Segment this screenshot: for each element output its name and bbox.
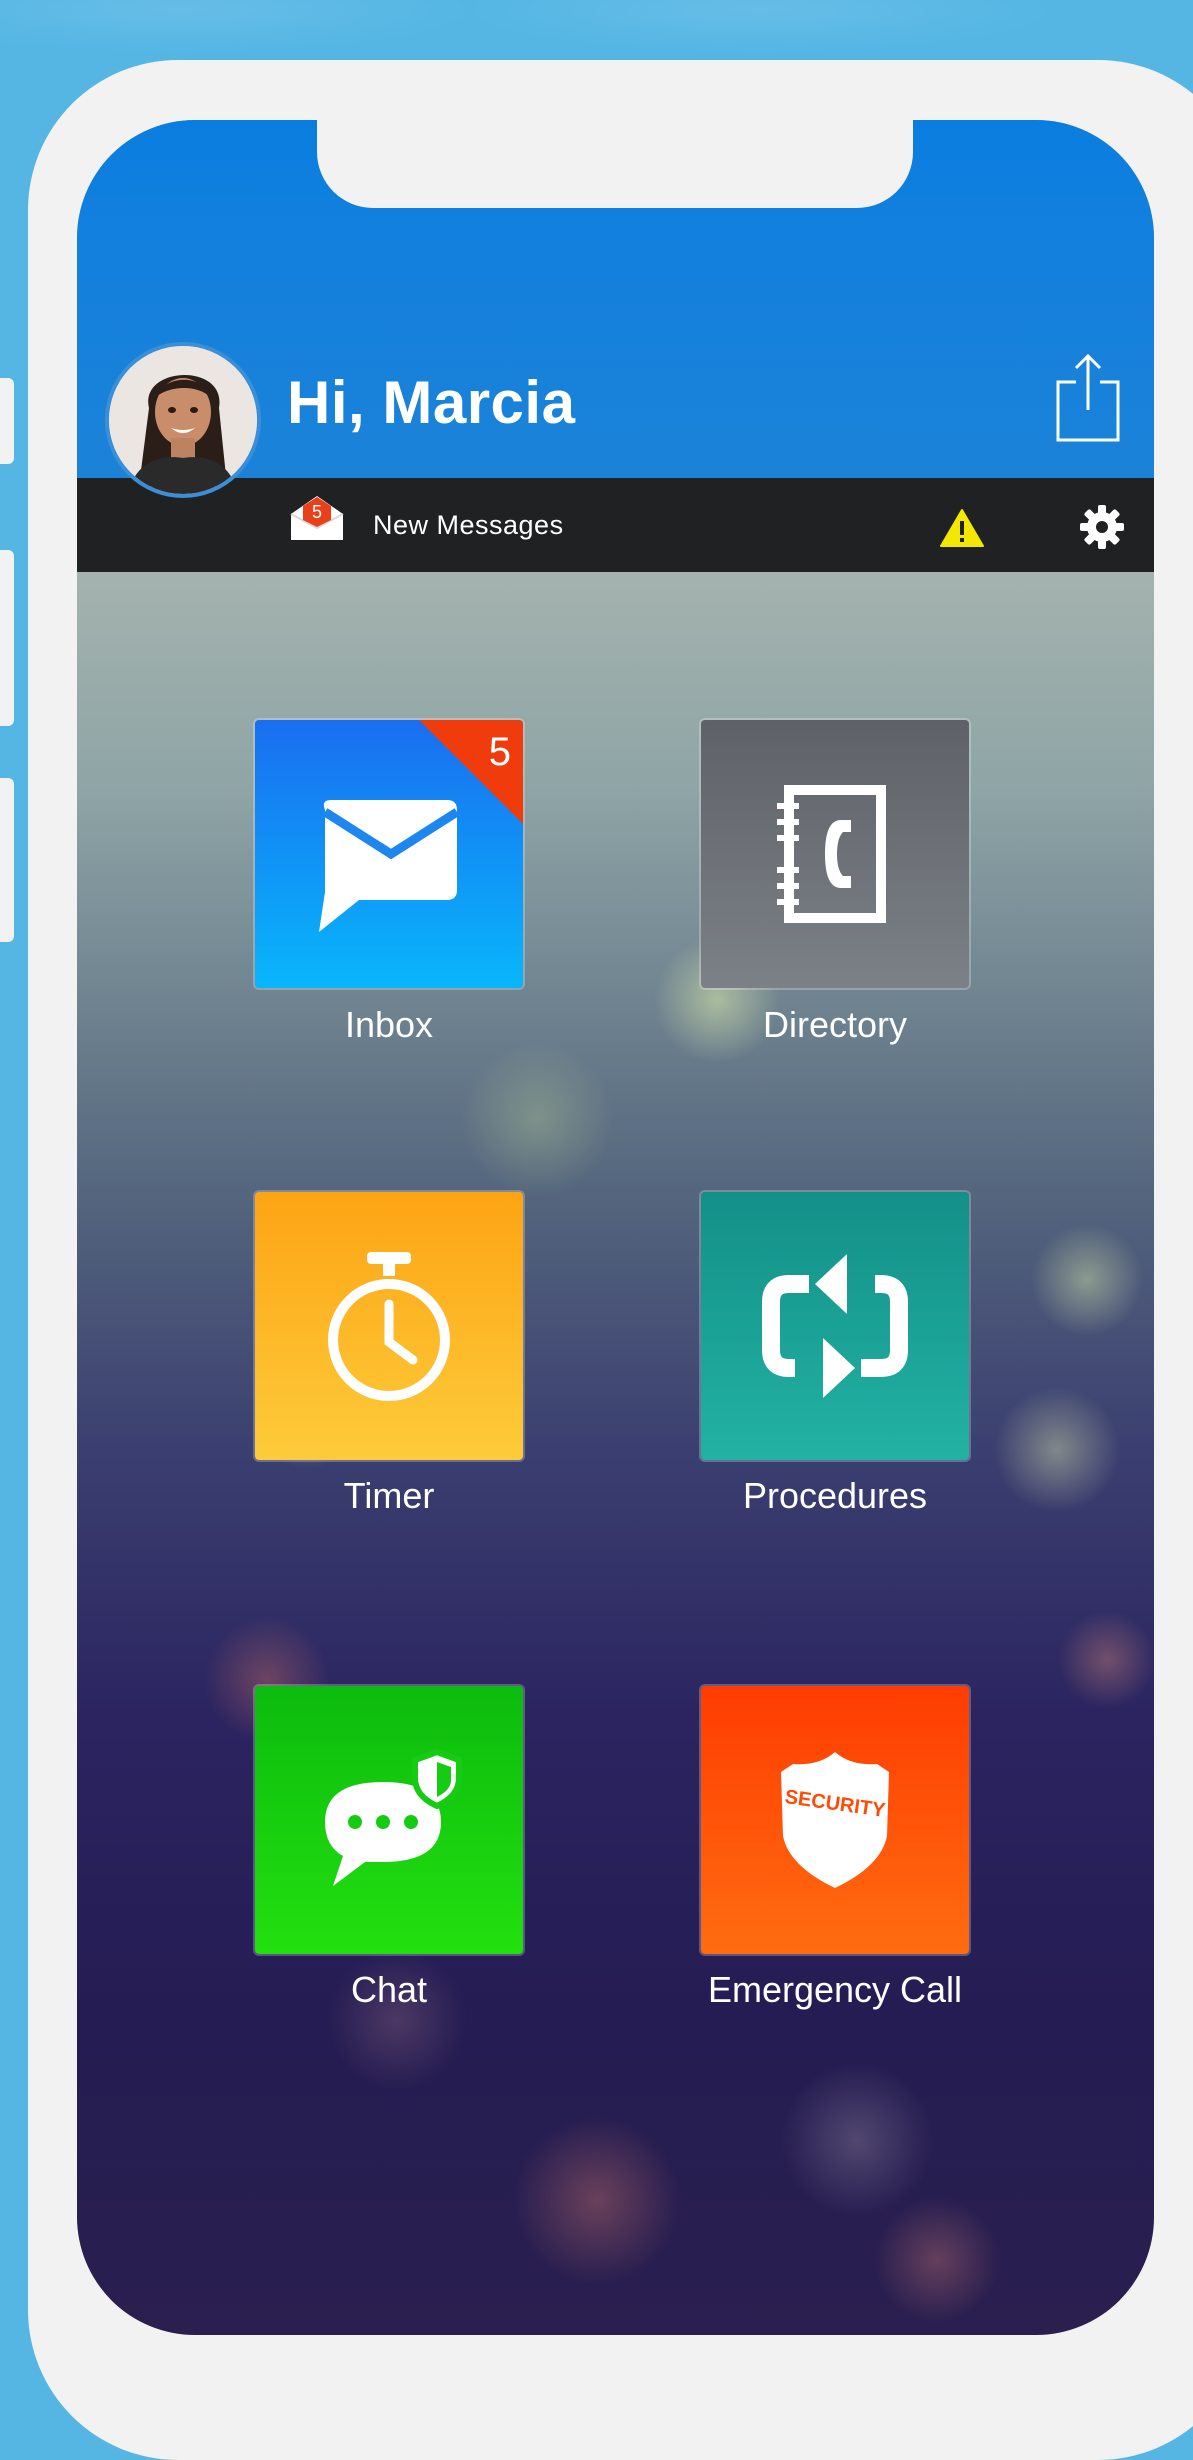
emergency-call-tile[interactable]: SECURITY (701, 1686, 969, 1954)
chat-tile[interactable] (255, 1686, 523, 1954)
status-bar (77, 478, 1154, 572)
stopwatch-icon (328, 1252, 450, 1401)
avatar[interactable] (105, 342, 261, 498)
phone-side-button-volume-up (0, 550, 14, 726)
procedures-tile[interactable] (701, 1192, 969, 1460)
avatar-portrait (109, 346, 257, 494)
share-icon[interactable] (1052, 352, 1124, 444)
security-shield-icon: SECURITY (781, 1752, 889, 1888)
refresh-icon (762, 1254, 908, 1398)
chat-label[interactable]: Chat (209, 1969, 569, 2011)
phone-screen: Hi, Marcia 5 New Messages 5 Inbox Direct… (77, 120, 1154, 2335)
inbox-badge-count: 5 (488, 730, 511, 774)
directory-label[interactable]: Directory (655, 1004, 1015, 1046)
procedures-label[interactable]: Procedures (655, 1475, 1015, 1517)
timer-label[interactable]: Timer (209, 1475, 569, 1517)
warning-icon[interactable] (939, 508, 985, 548)
phone-side-button-silent (0, 378, 14, 464)
new-messages-count: 5 (312, 502, 322, 522)
inbox-label[interactable]: Inbox (209, 1004, 569, 1046)
gear-icon[interactable] (1079, 504, 1125, 550)
directory-tile[interactable] (701, 720, 969, 988)
secure-chat-icon (325, 1748, 462, 1886)
new-messages-label[interactable]: New Messages (373, 510, 564, 541)
phone-side-button-volume-down (0, 778, 14, 942)
greeting-title: Hi, Marcia (287, 369, 576, 436)
inbox-tile[interactable]: 5 (255, 720, 523, 988)
timer-tile[interactable] (255, 1192, 523, 1460)
new-messages-envelope-icon[interactable]: 5 (289, 494, 345, 542)
phone-notch (317, 120, 913, 208)
phonebook-icon (777, 785, 886, 923)
emergency-call-label[interactable]: Emergency Call (655, 1969, 1015, 2011)
